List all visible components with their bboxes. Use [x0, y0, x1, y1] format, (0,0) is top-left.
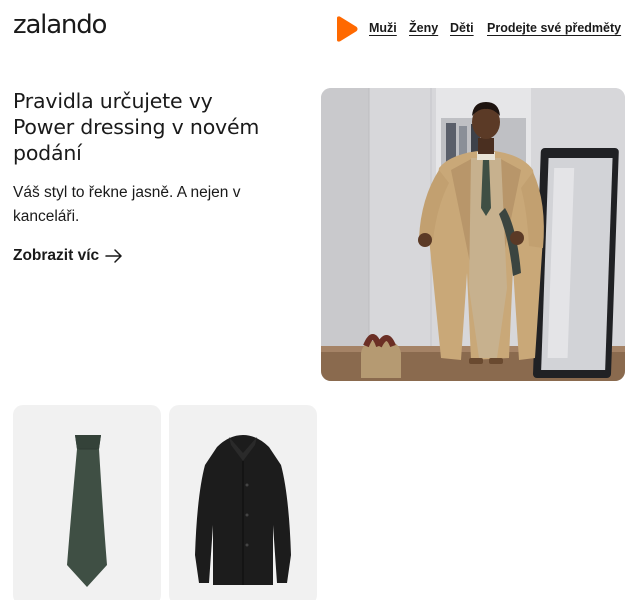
green-tie-image [67, 435, 107, 587]
nav-men[interactable]: Muži [369, 21, 397, 35]
arrow-right-icon [105, 249, 122, 263]
zalando-logo[interactable]: zalando [13, 10, 107, 40]
hero-photo-illustration [321, 88, 625, 381]
hero-title-line: Power dressing v novém [13, 115, 260, 139]
hero-subtitle: Váš styl to řekne jasně. A nejen v kance… [13, 184, 241, 225]
product-card-tie[interactable] [13, 405, 161, 600]
show-more-label: Zobrazit víc [13, 247, 100, 264]
nav-kids[interactable]: Děti [450, 21, 474, 35]
black-coat-image [195, 435, 291, 585]
show-more-link[interactable]: Zobrazit víc [13, 247, 123, 265]
nav-sell-items[interactable]: Prodejte své předměty [487, 21, 621, 35]
hero-title-line: podání [13, 141, 82, 165]
zalando-flag-icon [337, 16, 358, 42]
hero-title-line: Pravidla určujete vy [13, 89, 213, 113]
site-header: zalando Muži Ženy Děti Prodejte své před… [0, 0, 640, 56]
hero-title: Pravidla určujete vy Power dressing v no… [13, 88, 305, 166]
product-card-coat[interactable] [169, 405, 317, 600]
hero-image[interactable] [321, 88, 625, 381]
nav-women[interactable]: Ženy [409, 21, 438, 35]
